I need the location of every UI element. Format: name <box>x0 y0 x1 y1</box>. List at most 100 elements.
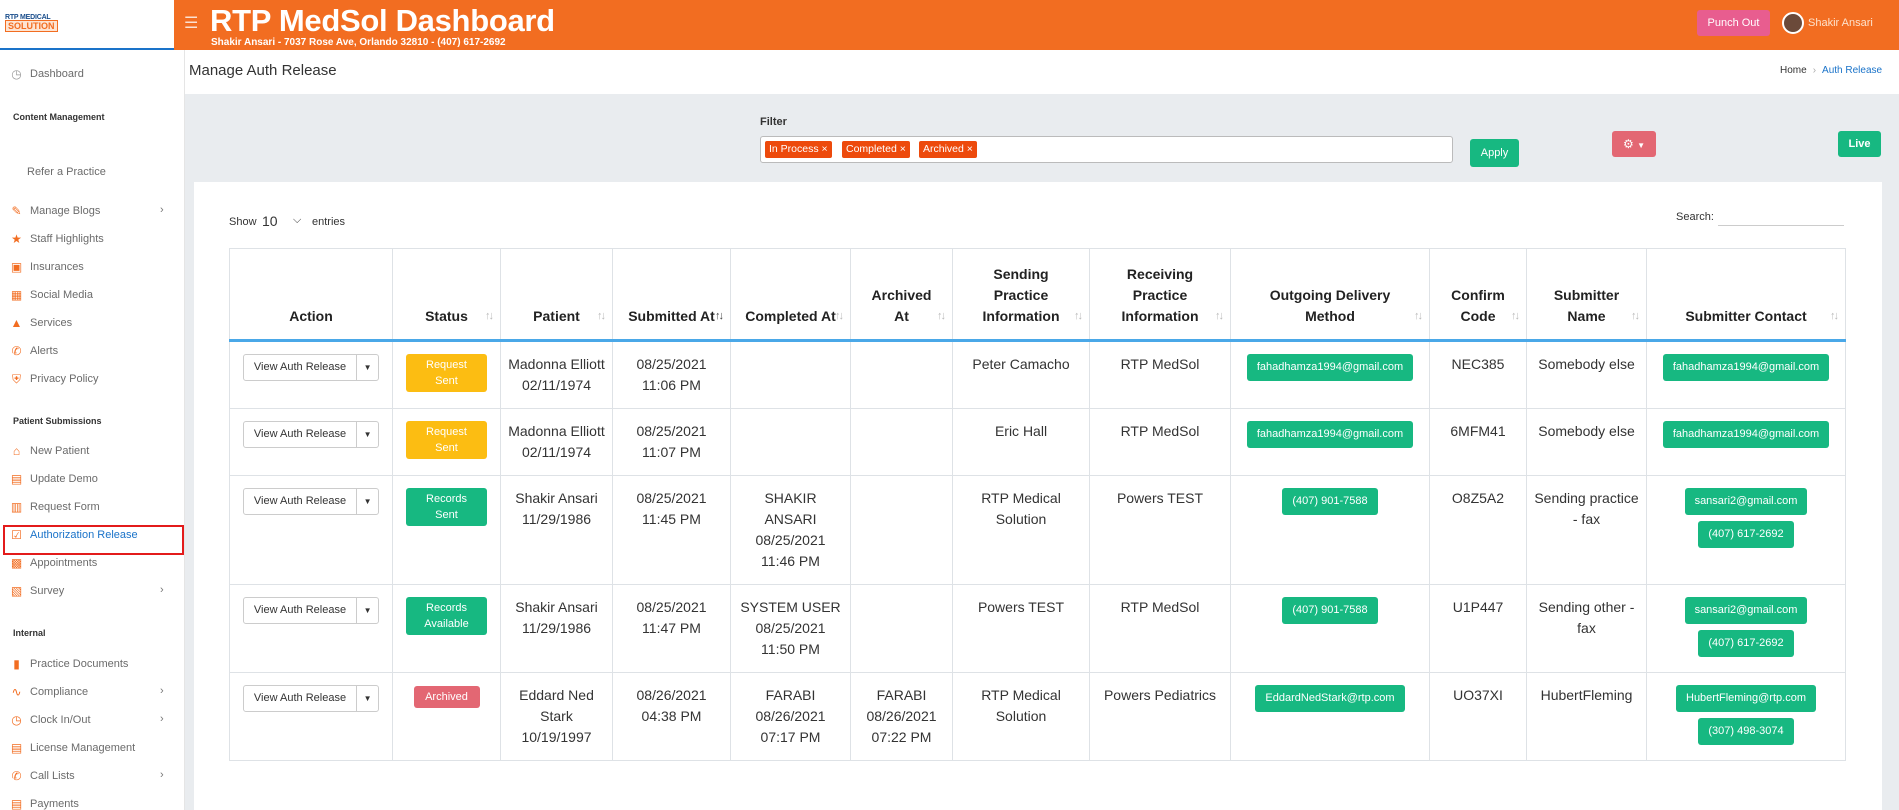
delivery-method-badge[interactable]: fahadhamza1994@gmail.com <box>1246 421 1414 448</box>
delivery-method-badge[interactable]: fahadhamza1994@gmail.com <box>1246 354 1414 381</box>
column-header-status[interactable]: Status ↑↓ <box>392 248 501 342</box>
view-auth-release-button[interactable]: View Auth Release ▼ <box>242 685 380 712</box>
delivery-method-badge[interactable]: EddardNedStark@rtp.com <box>1255 685 1405 712</box>
sidebar-item-label: License Management <box>30 742 136 754</box>
filter-tag-archived[interactable]: Archived × <box>919 141 977 158</box>
sidebar-item-license-management[interactable]: ▤ License Management <box>10 738 135 758</box>
contact-pill-group: fahadhamza1994@gmail.com <box>1653 354 1839 381</box>
sort-icon[interactable]: ↑↓ <box>1830 306 1839 327</box>
user-avatar[interactable] <box>1782 12 1804 34</box>
submitter-contact-email[interactable]: sansari2@gmail.com <box>1684 597 1808 624</box>
sort-icon[interactable]: ↑↓ <box>597 306 606 327</box>
view-auth-release-button[interactable]: View Auth Release ▼ <box>242 421 380 448</box>
sidebar-item-social-media[interactable]: ▦ Social Media <box>10 285 93 305</box>
sidebar-item-alerts[interactable]: ✆ Alerts <box>10 341 58 361</box>
sort-asc-icon[interactable]: ↑↓ <box>715 306 724 327</box>
sidebar-item-appointments[interactable]: ▩ Appointments <box>10 553 97 573</box>
view-auth-release-label: View Auth Release <box>253 495 347 507</box>
column-header-delivery[interactable]: Outgoing Delivery Method ↑↓ <box>1230 248 1430 342</box>
sidebar-item-dashboard[interactable]: ◷ Dashboard <box>10 64 84 84</box>
sort-icon[interactable]: ↑↓ <box>835 306 844 327</box>
settings-dropdown-button[interactable]: ⚙ ▼ <box>1612 131 1656 157</box>
caret-down-icon[interactable]: ▼ <box>356 355 378 380</box>
sidebar-item-survey[interactable]: ▧ Survey <box>10 581 64 601</box>
sidebar-item-label: Services <box>30 317 73 329</box>
filter-multiselect[interactable]: In Process × Completed × Archived × <box>760 136 1453 163</box>
submitter-contact-phone[interactable]: (407) 617-2692 <box>1698 630 1794 657</box>
view-auth-release-button[interactable]: View Auth Release ▼ <box>242 488 380 515</box>
sidebar-item-refer[interactable]: Refer a Practice <box>27 162 106 182</box>
sidebar-item-update-demo[interactable]: ▤ Update Demo <box>10 469 98 489</box>
sidebar-item-services[interactable]: ▲ Services <box>10 313 73 333</box>
live-button[interactable]: Live <box>1838 131 1881 157</box>
chevron-right-icon[interactable]: › <box>160 685 164 697</box>
submitter-contact-phone[interactable]: (407) 617-2692 <box>1698 521 1794 548</box>
chevron-right-icon[interactable]: › <box>160 769 164 781</box>
column-header-archived[interactable]: Archived At ↑↓ <box>850 248 953 342</box>
chevron-down-icon[interactable]: ⌵ <box>293 214 301 227</box>
sort-icon[interactable]: ↑↓ <box>1511 306 1520 327</box>
submitter-contact-email[interactable]: HubertFleming@rtp.com <box>1676 685 1816 712</box>
caret-down-icon[interactable]: ▼ <box>356 422 378 447</box>
delivery-method-badge[interactable]: (407) 901-7588 <box>1282 597 1378 624</box>
sidebar-item-privacy-policy[interactable]: ⛨ Privacy Policy <box>10 369 98 389</box>
caret-down-icon[interactable]: ▼ <box>356 686 378 711</box>
entries-select[interactable]: 10 <box>262 213 278 229</box>
delivery-method-badge[interactable]: (407) 901-7588 <box>1282 488 1378 515</box>
chevron-right-icon[interactable]: › <box>160 713 164 725</box>
sidebar-item-payments[interactable]: ▤ Payments <box>10 794 79 810</box>
sort-icon[interactable]: ↑↓ <box>1414 306 1423 327</box>
search-input[interactable] <box>1718 208 1844 226</box>
sidebar-item-insurances[interactable]: ▣ Insurances <box>10 257 84 277</box>
submitter-contact-email[interactable]: fahadhamza1994@gmail.com <box>1662 421 1830 448</box>
sidebar-item-label: Request Form <box>30 501 100 513</box>
table-header-row: Action Status ↑↓ Patient ↑↓ Submitted At ↑↓… <box>229 248 1846 342</box>
view-auth-release-button[interactable]: View Auth Release ▼ <box>242 354 380 381</box>
sidebar-item-request-form[interactable]: ▥ Request Form <box>10 497 100 517</box>
sidebar-item-manage-blogs[interactable]: ✎ Manage Blogs <box>10 201 100 221</box>
submitter-contact-email[interactable]: fahadhamza1994@gmail.com <box>1662 354 1830 381</box>
chevron-right-icon[interactable]: › <box>160 584 164 596</box>
sort-icon[interactable]: ↑↓ <box>1074 306 1083 327</box>
view-auth-release-label: View Auth Release <box>253 604 347 616</box>
caret-down-icon[interactable]: ▼ <box>356 598 378 623</box>
column-header-action[interactable]: Action <box>229 248 393 342</box>
cell-submitter-name: Sending practice - fax <box>1526 475 1647 585</box>
caret-down-icon[interactable]: ▼ <box>356 489 378 514</box>
chevron-right-icon[interactable]: › <box>160 204 164 216</box>
sidebar-item-practice-documents[interactable]: ▮ Practice Documents <box>10 654 128 674</box>
view-auth-release-button[interactable]: View Auth Release ▼ <box>242 597 380 624</box>
sidebar-item-compliance[interactable]: ∿ Compliance <box>10 682 88 702</box>
column-header-submitted[interactable]: Submitted At ↑↓ <box>612 248 731 342</box>
submitter-contact-email[interactable]: sansari2@gmail.com <box>1684 488 1808 515</box>
sort-icon[interactable]: ↑↓ <box>937 306 946 327</box>
breadcrumb-home[interactable]: Home <box>1780 65 1807 76</box>
column-header-sending[interactable]: Sending Practice Information ↑↓ <box>952 248 1090 342</box>
logo[interactable]: RTP MEDICAL SOLUTION <box>0 0 174 50</box>
sidebar-item-clock[interactable]: ◷ Clock In/Out <box>10 710 90 730</box>
cell-archived <box>850 408 953 476</box>
apply-button[interactable]: Apply <box>1470 139 1519 167</box>
punch-out-button[interactable]: Punch Out <box>1697 10 1770 36</box>
filter-tag-completed[interactable]: Completed × <box>842 141 910 158</box>
column-header-contact[interactable]: Submitter Contact ↑↓ <box>1646 248 1846 342</box>
hamburger-menu-icon[interactable]: ☰ <box>184 13 198 33</box>
cell-completed <box>730 340 851 409</box>
column-header-label: Confirm Code <box>1451 287 1505 324</box>
cell-receiving-practice: RTP MedSol <box>1089 340 1231 409</box>
column-header-code[interactable]: Confirm Code ↑↓ <box>1429 248 1527 342</box>
column-header-receiving[interactable]: Receiving Practice Information ↑↓ <box>1089 248 1231 342</box>
sort-icon[interactable]: ↑↓ <box>485 306 494 327</box>
sort-icon[interactable]: ↑↓ <box>1631 306 1640 327</box>
sidebar-item-call-lists[interactable]: ✆ Call Lists <box>10 766 74 786</box>
sort-icon[interactable]: ↑↓ <box>1215 306 1224 327</box>
submitter-contact-phone[interactable]: (307) 498-3074 <box>1698 718 1794 745</box>
sidebar-item-new-patient[interactable]: ⌂ New Patient <box>10 441 89 461</box>
column-header-patient[interactable]: Patient ↑↓ <box>500 248 613 342</box>
user-name[interactable]: Shakir Ansari <box>1808 17 1873 29</box>
sidebar-item-staff-highlights[interactable]: ★ Staff Highlights <box>10 229 104 249</box>
column-header-submitter[interactable]: Submitter Name ↑↓ <box>1526 248 1647 342</box>
column-header-completed[interactable]: Completed At ↑↓ <box>730 248 851 342</box>
filter-tag-in-process[interactable]: In Process × <box>765 141 832 158</box>
column-header-label: Submitter Contact <box>1685 308 1807 324</box>
